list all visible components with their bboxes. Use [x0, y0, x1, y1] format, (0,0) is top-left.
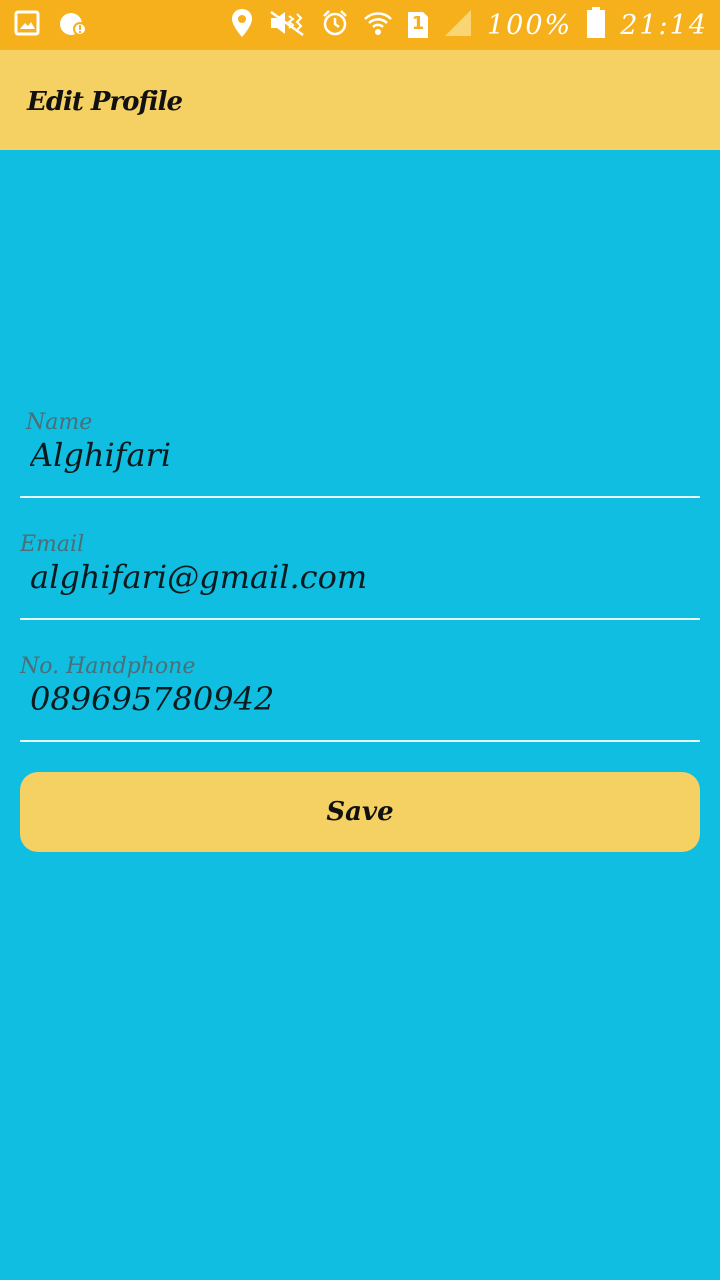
page-title: Edit Profile: [27, 87, 183, 117]
wifi-icon: [363, 8, 393, 42]
gallery-icon: [14, 10, 40, 42]
clock: 21:14: [620, 9, 708, 41]
name-underline: [20, 496, 700, 498]
sim-icon: 1: [407, 11, 429, 39]
email-field[interactable]: Email: [20, 500, 700, 620]
status-bar: 1 100% 21:14: [0, 0, 720, 50]
name-input[interactable]: [30, 436, 690, 474]
email-label: Email: [20, 532, 85, 557]
sim-slot-number: 1: [411, 13, 425, 34]
signal-icon: [443, 9, 473, 41]
phone-input[interactable]: [30, 680, 690, 718]
phone-label: No. Handphone: [20, 654, 196, 679]
app-bar: Edit Profile: [0, 50, 720, 150]
location-icon: [231, 8, 253, 42]
battery-icon: [586, 7, 606, 43]
name-label: Name: [26, 410, 93, 435]
name-field[interactable]: Name: [20, 378, 700, 498]
email-underline: [20, 618, 700, 620]
status-right-icons: 1 100% 21:14: [231, 6, 708, 44]
phone-underline: [20, 740, 700, 742]
battery-percent: 100%: [486, 9, 573, 41]
status-left-icons: [14, 10, 88, 42]
save-button[interactable]: Save: [20, 772, 700, 852]
email-input[interactable]: [30, 558, 690, 596]
vibrate-icon: [267, 8, 307, 42]
notification-icon: [58, 10, 88, 42]
alarm-icon: [321, 9, 349, 41]
phone-field[interactable]: No. Handphone: [20, 622, 700, 742]
